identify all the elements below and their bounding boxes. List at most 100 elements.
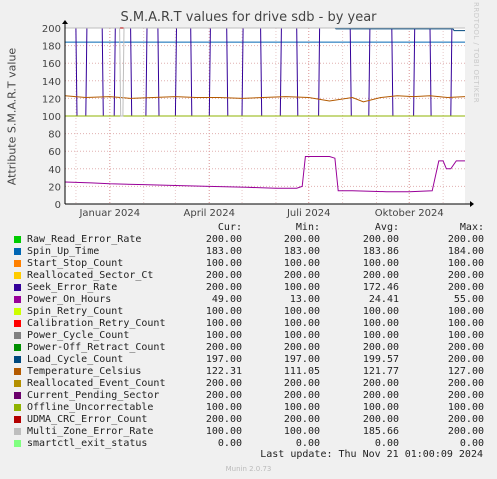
legend-cur-value: 100.00 xyxy=(205,306,242,317)
legend-name: Power-Off_Retract_Count xyxy=(27,342,166,353)
legend-avg-value: 100.00 xyxy=(362,318,399,329)
header-cur: Cur: xyxy=(217,222,242,233)
legend-max-value: 200.00 xyxy=(447,378,484,389)
y-tick-label: 200 xyxy=(42,24,61,35)
legend-avg-value: 121.77 xyxy=(362,366,399,377)
y-tick-label: 80 xyxy=(48,130,61,141)
legend-swatch xyxy=(14,320,21,327)
legend-row: Current_Pending_Sector 200.00 200.00 200.00… xyxy=(0,390,497,402)
header-avg: Avg: xyxy=(374,222,399,233)
legend-row: Seek_Error_Rate 200.00 100.00 172.46 200.00 xyxy=(0,282,497,294)
x-tick-label: April 2024 xyxy=(184,208,235,219)
legend-header-row: Cur: Min: Avg: Max: xyxy=(0,222,497,234)
legend-min-value: 100.00 xyxy=(283,306,320,317)
legend-swatch xyxy=(14,344,21,351)
y-axis-arrow xyxy=(62,20,68,24)
legend-avg-value: 183.86 xyxy=(362,246,399,257)
legend-row: Raw_Read_Error_Rate 200.00 200.00 200.00 200… xyxy=(0,234,497,246)
legend-row: Power_Cycle_Count 100.00 100.00 100.00 100.0… xyxy=(0,330,497,342)
legend-row: Reallocated_Event_Count 200.00 200.00 200.0… xyxy=(0,378,497,390)
legend-min-value: 100.00 xyxy=(283,426,320,437)
legend-max-value: 127.00 xyxy=(447,366,484,377)
legend-cur-value: 100.00 xyxy=(205,426,242,437)
legend-cur-value: 200.00 xyxy=(205,378,242,389)
legend-name: Start_Stop_Count xyxy=(27,258,124,269)
legend-cur-value: 200.00 xyxy=(205,390,242,401)
legend-name: Raw_Read_Error_Rate xyxy=(27,234,142,245)
y-tick-label: 160 xyxy=(42,59,61,70)
x-tick-label: Juli 2024 xyxy=(286,208,330,219)
x-axis-arrow xyxy=(470,201,474,207)
y-tick-label: 0 xyxy=(55,200,61,211)
legend-max-value: 200.00 xyxy=(447,342,484,353)
legend-name: Reallocated_Sector_Ct xyxy=(27,270,154,281)
legend-max-value: 55.00 xyxy=(453,294,484,305)
last-update-text: Last update: Thu Nov 21 01:00:09 2024 xyxy=(260,449,483,460)
y-tick-label: 100 xyxy=(42,112,61,123)
x-tick-labels: Januar 2024 April 2024 Juli 2024 Oktober 20… xyxy=(78,208,443,219)
legend-row: Load_Cycle_Count 197.00 197.00 199.57 200.00 xyxy=(0,354,497,366)
legend-min-value: 200.00 xyxy=(283,270,320,281)
legend-row: Reallocated_Sector_Ct 200.00 200.00 200.00 2… xyxy=(0,270,497,282)
legend-name: Calibration_Retry_Count xyxy=(27,318,166,329)
legend-swatch xyxy=(14,380,21,387)
legend-name: Seek_Error_Rate xyxy=(27,282,118,293)
legend-row: Start_Stop_Count 100.00 100.00 100.00 100.00 xyxy=(0,258,497,270)
legend-min-value: 200.00 xyxy=(283,342,320,353)
x-tick-label: Oktober 2024 xyxy=(375,208,444,219)
legend-max-value: 200.00 xyxy=(447,354,484,365)
legend-max-value: 100.00 xyxy=(447,330,484,341)
legend-min-value: 183.00 xyxy=(283,246,320,257)
legend-name: Temperature_Celsius xyxy=(27,366,142,377)
y-tick-label: 120 xyxy=(42,94,61,105)
legend-min-value: 100.00 xyxy=(283,258,320,269)
legend-swatch xyxy=(14,248,21,255)
legend-avg-value: 199.57 xyxy=(362,354,399,365)
legend-max-value: 200.00 xyxy=(447,390,484,401)
legend-cur-value: 200.00 xyxy=(205,270,242,281)
legend-swatch xyxy=(14,296,21,303)
legend-avg-value: 100.00 xyxy=(362,402,399,413)
legend-max-value: 200.00 xyxy=(447,426,484,437)
legend-cur-value: 100.00 xyxy=(205,258,242,269)
legend-max-value: 200.00 xyxy=(447,234,484,245)
y-tick-label: 180 xyxy=(42,42,61,53)
legend-swatch xyxy=(14,284,21,291)
legend-min-value: 200.00 xyxy=(283,390,320,401)
legend-name: Spin_Retry_Count xyxy=(27,306,124,317)
legend-swatch xyxy=(14,368,21,375)
legend-row: Temperature_Celsius 122.31 111.05 121.77 127… xyxy=(0,366,497,378)
legend-name: Reallocated_Event_Count xyxy=(27,378,166,389)
legend-avg-value: 24.41 xyxy=(368,294,399,305)
legend-cur-value: 100.00 xyxy=(205,318,242,329)
legend-min-value: 100.00 xyxy=(283,402,320,413)
legend-cur-value: 100.00 xyxy=(205,330,242,341)
legend-swatch xyxy=(14,272,21,279)
legend-max-value: 100.00 xyxy=(447,306,484,317)
legend-avg-value: 200.00 xyxy=(362,342,399,353)
legend-swatch xyxy=(14,392,21,399)
legend-row: Power_On_Hours 49.00 13.00 24.41 55.00 xyxy=(0,294,497,306)
legend-row: Spin_Retry_Count 100.00 100.00 100.00 100.00 xyxy=(0,306,497,318)
legend-max-value: 200.00 xyxy=(447,282,484,293)
legend-avg-value: 200.00 xyxy=(362,414,399,425)
header-min: Min: xyxy=(295,222,320,233)
legend-row: UDMA_CRC_Error_Count 200.00 200.00 200.00 20… xyxy=(0,414,497,426)
legend-cur-value: 197.00 xyxy=(205,354,242,365)
legend-row: Spin_Up_Time 183.00 183.00 183.86 184.00 xyxy=(0,246,497,258)
legend-max-value: 100.00 xyxy=(447,258,484,269)
legend-swatch xyxy=(14,416,21,423)
legend-max-value: 100.00 xyxy=(447,402,484,413)
legend-name: Spin_Up_Time xyxy=(27,246,100,257)
x-tick-label: Januar 2024 xyxy=(78,208,140,219)
legend-swatch xyxy=(14,404,21,411)
y-tick-label: 40 xyxy=(48,165,61,176)
legend-avg-value: 172.46 xyxy=(362,282,399,293)
legend-min-value: 100.00 xyxy=(283,318,320,329)
legend-row: Multi_Zone_Error_Rate 100.00 100.00 185.66 2… xyxy=(0,426,497,438)
legend-name: Multi_Zone_Error_Rate xyxy=(27,426,154,437)
legend-cur-value: 200.00 xyxy=(205,414,242,425)
y-tick-label: 20 xyxy=(48,182,61,193)
legend-swatch xyxy=(14,356,21,363)
legend-name: Offline_Uncorrectable xyxy=(27,402,154,413)
